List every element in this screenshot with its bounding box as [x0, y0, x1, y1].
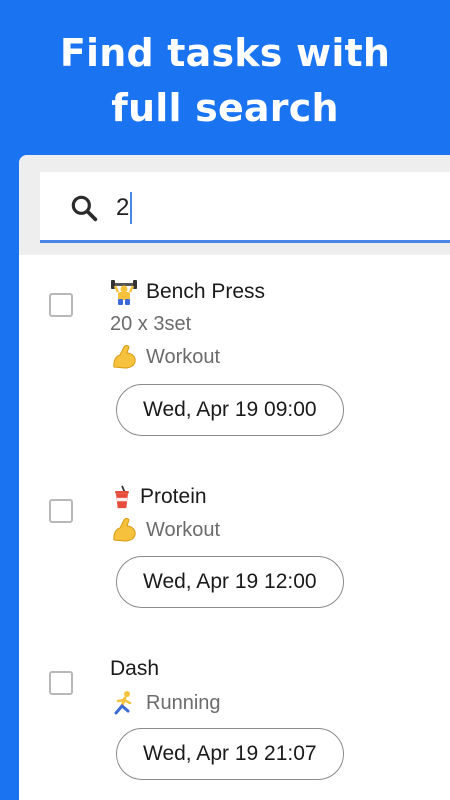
runner-emoji-icon — [114, 691, 132, 715]
search-input-value: 2 — [116, 194, 130, 221]
search-input[interactable]: 2 — [116, 186, 133, 230]
text-caret — [130, 192, 133, 224]
flexed-biceps-emoji-icon — [113, 345, 136, 369]
task-category-text: Workout — [146, 345, 221, 368]
task-title: Dash — [110, 654, 159, 684]
task-category: Workout — [110, 515, 220, 545]
task-date-chip[interactable]: Wed, Apr 19 21:07 — [116, 728, 344, 780]
task-title-text: Dash — [110, 657, 160, 680]
task-checkbox[interactable] — [49, 671, 73, 695]
task-date-chip[interactable]: Wed, Apr 19 12:00 — [116, 556, 344, 608]
task-checkbox[interactable] — [49, 499, 73, 523]
task-category-text: Running — [146, 691, 221, 714]
task-item[interactable]: Bench Press 20 x 3set Workout Wed, Apr 1… — [19, 270, 450, 450]
search-area: 2 — [19, 155, 450, 255]
task-item[interactable]: Dash Running Wed, Apr 19 21:07 — [19, 650, 450, 800]
task-category: Running — [110, 688, 221, 718]
task-category-text: Workout — [146, 518, 221, 541]
task-title: Protein — [110, 482, 207, 512]
task-title-text: Protein — [140, 485, 207, 508]
task-note: 20 x 3set — [110, 313, 192, 335]
headline-line-1: Find tasks with — [59, 31, 391, 75]
task-title: Bench Press — [110, 277, 265, 307]
task-date-chip[interactable]: Wed, Apr 19 09:00 — [116, 384, 344, 436]
search-bar[interactable]: 2 — [40, 172, 450, 243]
task-item[interactable]: Protein Workout Wed, Apr 19 12:00 — [19, 475, 450, 635]
app-screen: 2 Bench Press 20 x 3set Workout Wed, Apr… — [19, 155, 450, 800]
search-icon — [71, 195, 98, 222]
task-title-text: Bench Press — [146, 280, 266, 303]
promo-headline: Find tasks with full search — [0, 26, 450, 136]
weightlifter-emoji-icon — [111, 280, 137, 305]
task-checkbox[interactable] — [49, 293, 73, 317]
headline-line-2: full search — [111, 86, 339, 130]
flexed-biceps-emoji-icon — [113, 518, 136, 542]
task-category: Workout — [110, 342, 220, 372]
cup-with-straw-emoji-icon — [115, 485, 129, 509]
